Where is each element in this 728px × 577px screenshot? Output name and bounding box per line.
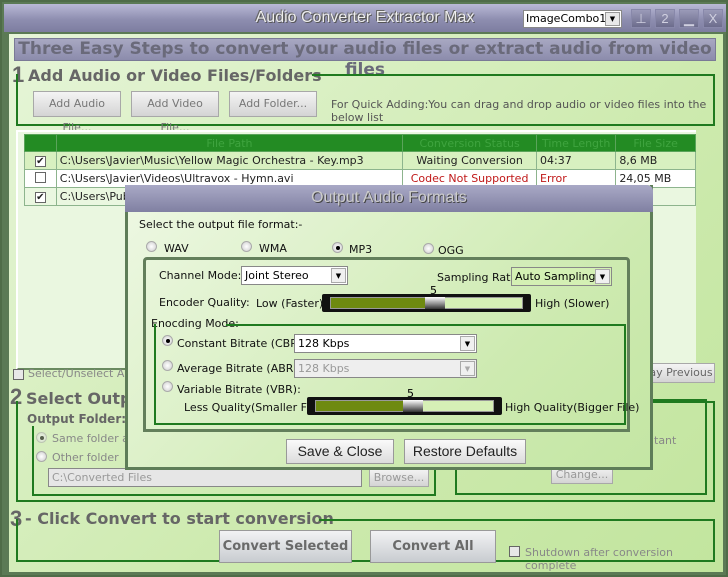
row-checkbox[interactable]: [34, 171, 46, 183]
cbr-value: 128 Kbps: [298, 337, 350, 350]
file-size: 8,6 MB: [615, 151, 696, 170]
col-file-path[interactable]: File Path: [55, 134, 404, 152]
chevron-down-icon[interactable]: ▼: [460, 336, 475, 351]
add-folder-button[interactable]: Add Folder...: [229, 91, 317, 117]
add-video-button[interactable]: Add Video File...: [131, 91, 219, 134]
col-status[interactable]: Conversion Status: [402, 134, 537, 152]
vbr-label: Variable Bitrate (VBR):: [177, 383, 301, 396]
browse-button[interactable]: Browse...: [369, 468, 429, 487]
image-combo[interactable]: ImageCombo1 ▼: [523, 10, 622, 28]
format-wma-label: WMA: [259, 242, 287, 255]
slider-fill: [316, 401, 406, 411]
folder-path-input[interactable]: C:\Converted Files: [48, 468, 362, 487]
step3-line: [319, 519, 715, 521]
image-combo-value: ImageCombo1: [526, 12, 607, 25]
slider-fill: [331, 298, 428, 308]
vbr-radio[interactable]: [162, 381, 173, 392]
format-wav-radio[interactable]: [146, 241, 157, 252]
constant-label: tant: [654, 434, 677, 447]
channel-mode-label: Channel Mode:: [159, 269, 242, 282]
channel-mode-value: Joint Stereo: [245, 269, 309, 282]
slider-thumb[interactable]: [424, 297, 445, 309]
format-mp3-radio[interactable]: [332, 242, 343, 253]
sampling-rate-value: Auto Sampling: [515, 270, 596, 283]
minimize-button[interactable]: ▁: [679, 9, 699, 28]
same-folder-label: Same folder as: [52, 432, 135, 445]
add-audio-button[interactable]: Add Audio File...: [33, 91, 121, 134]
help-button[interactable]: 2: [655, 9, 675, 28]
row-checkbox[interactable]: ✔: [34, 192, 46, 203]
abr-select[interactable]: 128 Kbps ▼: [294, 359, 477, 378]
select-all-checkbox[interactable]: [13, 369, 24, 380]
vbr-low-label: Less Quality(Smaller File): [184, 401, 324, 414]
format-mp3-label: MP3: [349, 243, 373, 256]
select-format-label: Select the output file format:-: [139, 218, 303, 231]
abr-value: 128 Kbps: [298, 362, 350, 375]
encoder-low-label: Low (Faster): [256, 297, 324, 310]
format-ogg-label: OGG: [438, 244, 464, 257]
cbr-label: Constant Bitrate (CBR):: [177, 337, 306, 350]
close-button[interactable]: X: [703, 9, 723, 28]
row-checkbox[interactable]: ✔: [34, 156, 46, 167]
chevron-down-icon[interactable]: ▼: [595, 269, 610, 284]
select-all-label: Select/Unselect All: [28, 367, 131, 380]
other-folder-radio[interactable]: [36, 451, 47, 462]
save-close-button[interactable]: Save & Close: [286, 439, 394, 464]
chevron-down-icon[interactable]: ▼: [605, 12, 620, 26]
table-header: File Path Conversion Status Time Length …: [24, 134, 696, 152]
encoder-quality-label: Encoder Quality:: [159, 296, 250, 309]
encoder-high-label: High (Slower): [535, 297, 610, 310]
file-length: 04:37: [535, 151, 617, 170]
shutdown-label: Shutdown after conversion complete: [525, 546, 673, 572]
channel-mode-select[interactable]: Joint Stereo ▼: [241, 266, 348, 285]
cbr-select[interactable]: 128 Kbps ▼: [294, 334, 477, 353]
quick-add-hint: For Quick Adding:You can drag and drop a…: [331, 98, 707, 124]
same-folder-radio[interactable]: [36, 432, 47, 443]
play-previous-button[interactable]: ay Previous: [647, 363, 715, 383]
format-wma-radio[interactable]: [241, 241, 252, 252]
output-formats-dialog: Output Audio Formats Select the output f…: [125, 185, 653, 470]
sampling-rate-label: Sampling Rate:: [437, 271, 521, 284]
convert-selected-button[interactable]: Convert Selected: [219, 530, 352, 563]
pin-button[interactable]: ⊥: [631, 9, 651, 28]
restore-defaults-button[interactable]: Restore Defaults: [404, 439, 526, 464]
file-path: C:\Users\Javier\Music\Yellow Magic Orche…: [55, 151, 404, 170]
dialog-title: Output Audio Formats: [125, 185, 653, 212]
abr-radio[interactable]: [162, 360, 173, 371]
title-bar: Audio Converter Extractor Max ImageCombo…: [4, 4, 726, 32]
file-status: Waiting Conversion: [402, 151, 537, 170]
sampling-rate-select[interactable]: Auto Sampling ▼: [511, 267, 612, 286]
format-wav-label: WAV: [164, 242, 189, 255]
encoder-quality-slider[interactable]: [322, 294, 531, 312]
format-ogg-radio[interactable]: [423, 243, 434, 254]
abr-label: Average Bitrate (ABR):: [177, 362, 302, 375]
output-folder-label: Output Folder: -: [27, 412, 136, 426]
app-window: Audio Converter Extractor Max ImageCombo…: [0, 0, 728, 577]
shutdown-checkbox[interactable]: [509, 546, 520, 557]
cbr-radio[interactable]: [162, 335, 173, 346]
chevron-down-icon[interactable]: ▼: [331, 268, 346, 283]
convert-all-button[interactable]: Convert All: [370, 530, 496, 563]
vbr-high-label: High Quality(Bigger File): [505, 401, 640, 414]
col-size[interactable]: File Size: [615, 134, 696, 152]
table-row[interactable]: ✔ C:\Users\Javier\Music\Yellow Magic Orc…: [24, 151, 696, 170]
vbr-quality-slider[interactable]: [307, 397, 502, 415]
banner: Three Easy Steps to convert your audio f…: [14, 38, 716, 80]
step1-line: [312, 74, 715, 76]
col-time[interactable]: Time Length: [535, 134, 617, 152]
chevron-down-icon: ▼: [460, 361, 475, 376]
col-check: [24, 134, 57, 152]
other-folder-label: Other folder: [52, 451, 119, 464]
slider-thumb[interactable]: [402, 400, 423, 412]
